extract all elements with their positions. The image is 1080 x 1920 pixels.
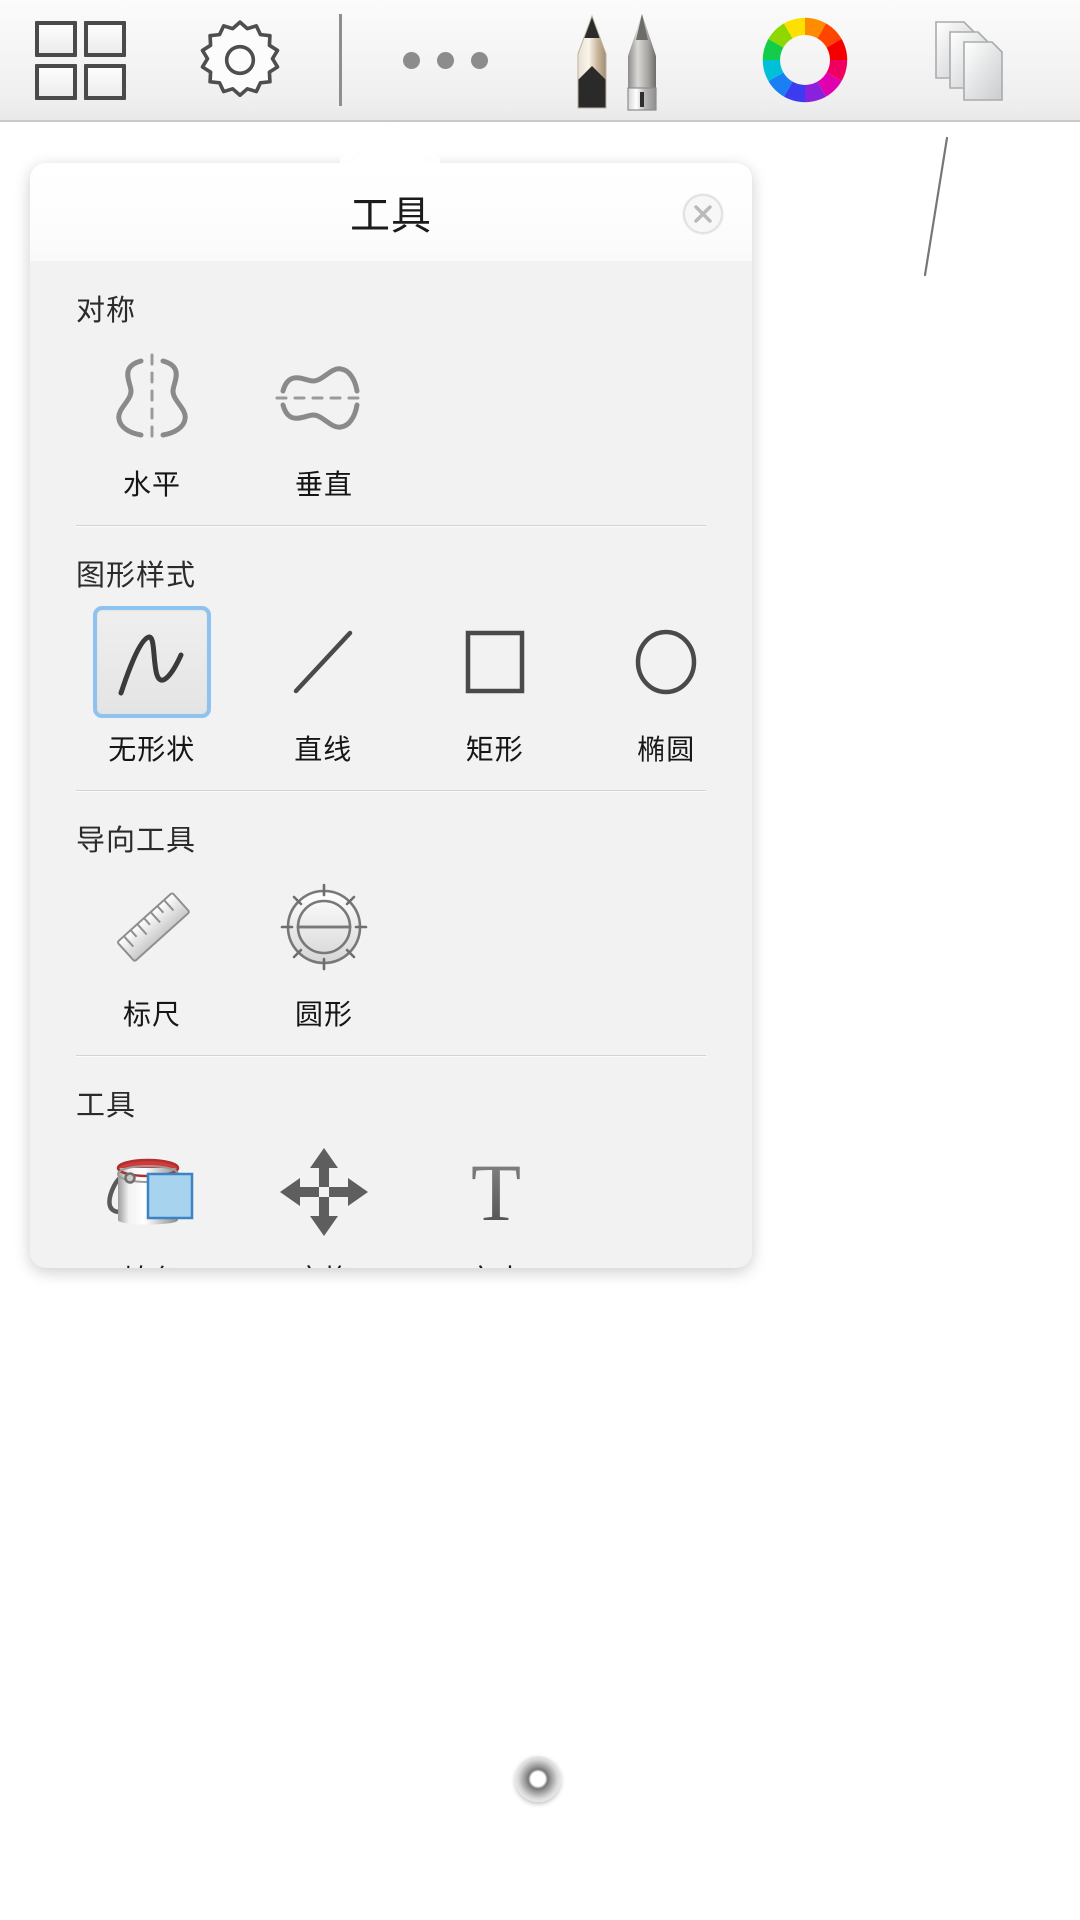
- ellipsis-icon: [402, 51, 488, 69]
- tool-label: 标尺: [122, 999, 181, 1030]
- popover-arrow: [340, 122, 440, 164]
- section-title-shape-style: 图形样式: [76, 560, 197, 592]
- tool-label: 填色: [123, 1258, 181, 1268]
- tool-item-horizontal-symmetry[interactable]: 水平: [66, 341, 238, 503]
- icon-box: [93, 341, 211, 453]
- section-title-guide-tools: 导向工具: [76, 825, 197, 857]
- tool-label: 水平: [122, 469, 181, 500]
- tool-label: 文本: [467, 1258, 525, 1268]
- settings-button[interactable]: [160, 0, 320, 121]
- icon-box: T: [437, 1136, 555, 1248]
- tools-popover: 工具 对称 水平 垂直 图形样式 无形状 直线 矩形 椭圆 导向工具 标尺 圆形…: [30, 163, 752, 1268]
- tool-label: 变换: [295, 1258, 353, 1268]
- top-toolbar: [0, 0, 1080, 122]
- tool-item-no-shape[interactable]: 无形状: [66, 606, 238, 768]
- close-icon: [683, 194, 723, 234]
- layers-stack-icon: [935, 21, 1003, 101]
- icon-box: [436, 606, 554, 718]
- icon-box: [93, 1136, 211, 1248]
- toolbar-separator: [338, 14, 342, 106]
- tool-item-ruler[interactable]: 标尺: [66, 871, 238, 1033]
- tool-item-ellipse[interactable]: 椭圆: [581, 606, 753, 768]
- svg-text:T: T: [471, 1147, 521, 1238]
- items-row-symmetry: 水平 垂直: [30, 335, 752, 525]
- icon-box: [265, 1136, 383, 1248]
- text-t-icon: T: [471, 1147, 521, 1238]
- tool-item-circle-guide[interactable]: 圆形: [238, 871, 410, 1033]
- symmetry-horizontal-icon: [116, 353, 188, 441]
- icon-box: [264, 606, 382, 718]
- protractor-circle-icon: [280, 883, 368, 971]
- close-button[interactable]: [682, 193, 724, 235]
- items-row-guide-tools: 标尺 圆形: [30, 865, 752, 1055]
- tool-label: 矩形: [465, 734, 524, 765]
- freehand-stroke-icon: [118, 634, 184, 696]
- line-icon: [294, 630, 353, 694]
- ellipse-icon: [636, 629, 697, 695]
- items-row-tools: 填色 变换: [30, 1130, 752, 1268]
- tool-label: 椭圆: [637, 734, 696, 765]
- icon-box: [93, 871, 211, 983]
- tool-label: 无形状: [108, 734, 196, 765]
- section-tools: 工具 T: [30, 1055, 752, 1268]
- tool-item-line[interactable]: 直线: [238, 606, 410, 768]
- diagonal-pencil-stroke: [923, 136, 949, 277]
- tool-item-transform[interactable]: 变换: [238, 1136, 410, 1268]
- section-title-symmetry: 对称: [76, 295, 137, 327]
- gallery-grid-button[interactable]: [0, 0, 160, 121]
- layers-button[interactable]: [890, 0, 1070, 121]
- icon-box: [92, 606, 211, 718]
- section-guide-tools: 导向工具 标尺 圆形: [30, 790, 752, 1055]
- tool-item-fill[interactable]: 填色: [66, 1136, 238, 1268]
- paint-bucket-icon: [107, 1158, 194, 1225]
- color-wheel-button[interactable]: [720, 0, 890, 121]
- symmetry-vertical-icon: [275, 366, 367, 430]
- page-title: 工具: [350, 194, 432, 238]
- tool-item-rectangle[interactable]: 矩形: [409, 606, 581, 768]
- tool-label: 垂直: [294, 469, 353, 500]
- section-symmetry: 对称 水平 垂直: [30, 261, 752, 525]
- color-wheel-icon: [757, 12, 853, 108]
- brushes-button[interactable]: [530, 0, 720, 121]
- ruler-icon: [117, 892, 190, 962]
- popover-header: 工具: [30, 163, 752, 261]
- transform-arrows-icon: [280, 1148, 368, 1236]
- toolbar-separator-wrap: [320, 0, 360, 121]
- pencil-and-pen-icon: [577, 13, 657, 111]
- icon-box: [265, 871, 383, 983]
- tool-item-vertical-symmetry[interactable]: 垂直: [238, 341, 410, 503]
- grid-icon: [34, 20, 126, 100]
- popover-body: 对称 水平 垂直 图形样式 无形状 直线 矩形 椭圆 导向工具 标尺 圆形 工具…: [30, 261, 752, 1268]
- gear-icon: [200, 20, 280, 98]
- more-tools-button[interactable]: [360, 0, 530, 121]
- icon-box: [607, 606, 725, 718]
- tool-label: 圆形: [294, 999, 353, 1030]
- tool-label: 直线: [294, 734, 353, 765]
- section-shape-style: 图形样式 无形状 直线 矩形 椭圆: [30, 525, 752, 790]
- section-title-tools: 工具: [76, 1090, 137, 1122]
- icon-box: [265, 341, 383, 453]
- tool-item-text[interactable]: T 文本: [410, 1136, 582, 1268]
- items-row-shape-style: 无形状 直线 矩形 椭圆: [30, 600, 752, 790]
- home-indicator[interactable]: [515, 1756, 561, 1802]
- rectangle-icon: [465, 630, 524, 694]
